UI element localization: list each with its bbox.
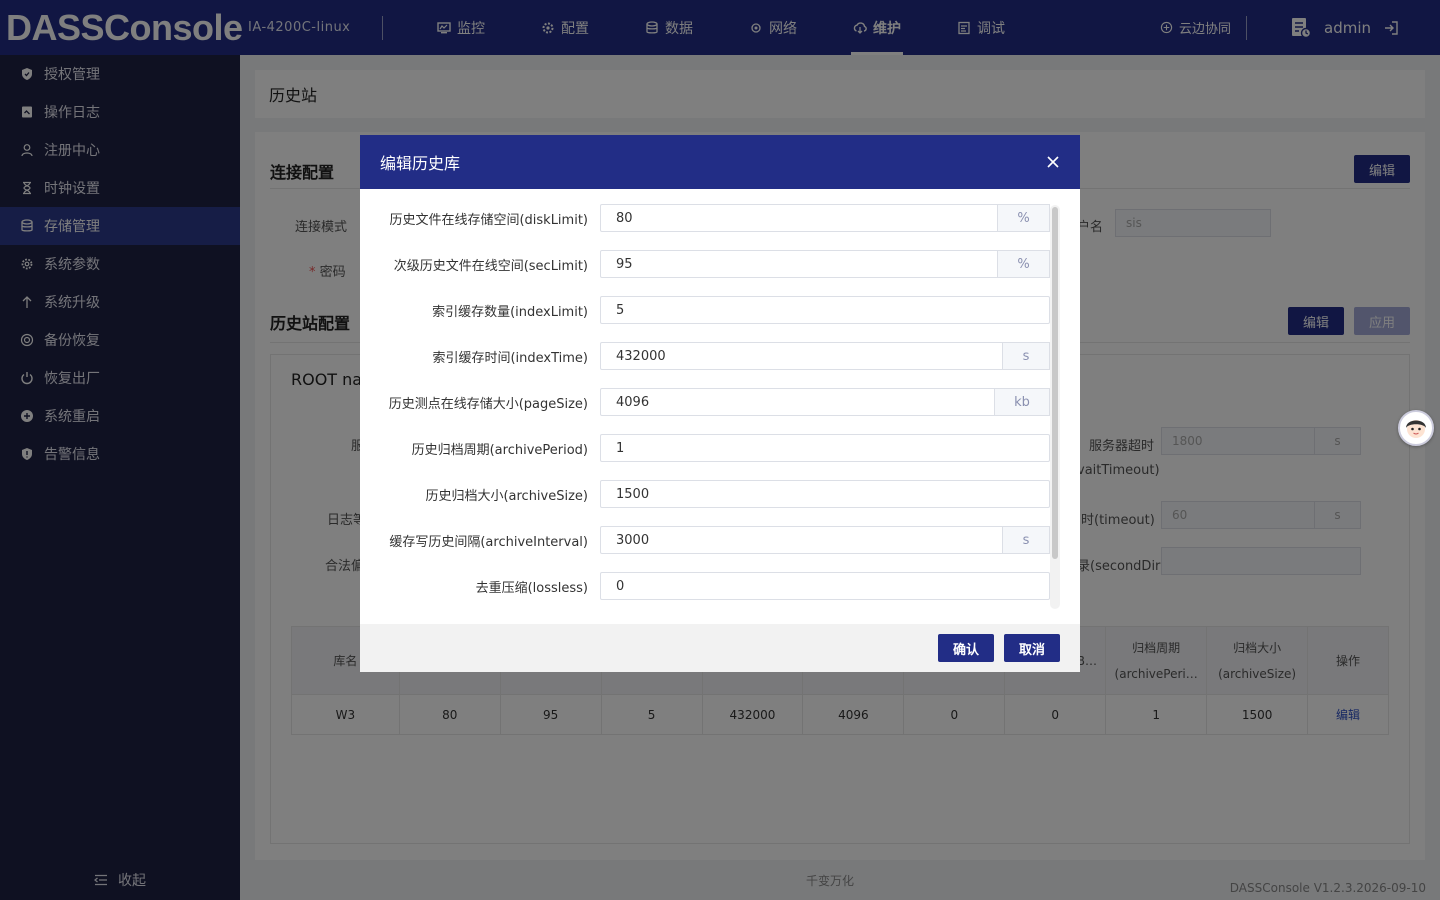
seclimit-input[interactable]: 95% — [600, 250, 1050, 278]
field-label: 历史测点在线存储大小(pageSize) — [388, 396, 588, 412]
field-row-lossless: 去重压缩(lossless) 0 — [360, 572, 1060, 600]
field-label: 历史文件在线存储空间(diskLimit) — [389, 212, 588, 228]
field-label: 缓存写历史间隔(archiveInterval) — [389, 534, 588, 550]
field-value: 5 — [616, 302, 625, 318]
modal-header: 编辑历史库 — [360, 135, 1080, 189]
field-value: 1500 — [616, 486, 650, 502]
field-row-pagesize: 历史测点在线存储大小(pageSize) 4096 kb — [360, 388, 1060, 416]
field-unit: kb — [994, 388, 1050, 416]
confirm-button[interactable]: 确认 — [938, 634, 994, 662]
field-value: 80 — [616, 210, 633, 226]
archiveinterval-input[interactable]: 3000 s — [600, 526, 1050, 554]
lossless-input[interactable]: 0 — [600, 572, 1050, 600]
field-value: 95 — [616, 256, 633, 272]
field-row-indexlimit: 索引缓存数量(indexLimit) 5 — [360, 296, 1060, 324]
field-label: 历史归档周期(archivePeriod) — [411, 442, 588, 458]
field-label: 索引缓存时间(indexTime) — [432, 350, 588, 366]
field-unit: s — [1002, 342, 1050, 370]
field-row-archiveperiod: 历史归档周期(archivePeriod) 1 — [360, 434, 1060, 462]
modal-scrollbar-thumb[interactable] — [1052, 207, 1058, 559]
field-row-disklimit: 历史文件在线存储空间(diskLimit) 80% — [360, 204, 1060, 232]
close-icon[interactable] — [1046, 155, 1060, 169]
indexlimit-input[interactable]: 5 — [600, 296, 1050, 324]
field-label: 历史归档大小(archiveSize) — [425, 488, 588, 504]
avatar-face-icon — [1406, 420, 1426, 438]
cancel-button[interactable]: 取消 — [1004, 634, 1060, 662]
field-value: 432000 — [616, 348, 666, 364]
field-label: 索引缓存数量(indexLimit) — [432, 304, 588, 320]
edit-history-modal: 编辑历史库 历史文件在线存储空间(diskLimit) 80% 次级历史文件在线… — [360, 135, 1080, 672]
field-label: 去重压缩(lossless) — [475, 580, 588, 596]
archivesize-input[interactable]: 1500 — [600, 480, 1050, 508]
field-label: 次级历史文件在线空间(secLimit) — [393, 258, 588, 274]
modal-footer: 确认 取消 — [360, 624, 1080, 672]
field-unit: % — [997, 250, 1050, 278]
indextime-input[interactable]: 432000 s — [600, 342, 1050, 370]
field-row-archiveinterval: 缓存写历史间隔(archiveInterval) 3000 s — [360, 526, 1060, 554]
field-value: 1 — [616, 440, 625, 456]
field-unit: % — [997, 204, 1050, 232]
field-row-indextime: 索引缓存时间(indexTime) 432000 s — [360, 342, 1060, 370]
pagesize-input[interactable]: 4096 kb — [600, 388, 1050, 416]
modal-title: 编辑历史库 — [380, 154, 461, 173]
modal-body: 历史文件在线存储空间(diskLimit) 80% 次级历史文件在线空间(sec… — [360, 189, 1080, 624]
field-row-seclimit: 次级历史文件在线空间(secLimit) 95% — [360, 250, 1060, 278]
field-row-archivesize: 历史归档大小(archiveSize) 1500 — [360, 480, 1060, 508]
field-value: 4096 — [616, 394, 650, 410]
assistant-avatar[interactable] — [1398, 410, 1434, 446]
field-value: 0 — [616, 578, 625, 594]
field-unit: s — [1002, 526, 1050, 554]
archiveperiod-input[interactable]: 1 — [600, 434, 1050, 462]
disklimit-input[interactable]: 80% — [600, 204, 1050, 232]
field-value: 3000 — [616, 532, 650, 548]
